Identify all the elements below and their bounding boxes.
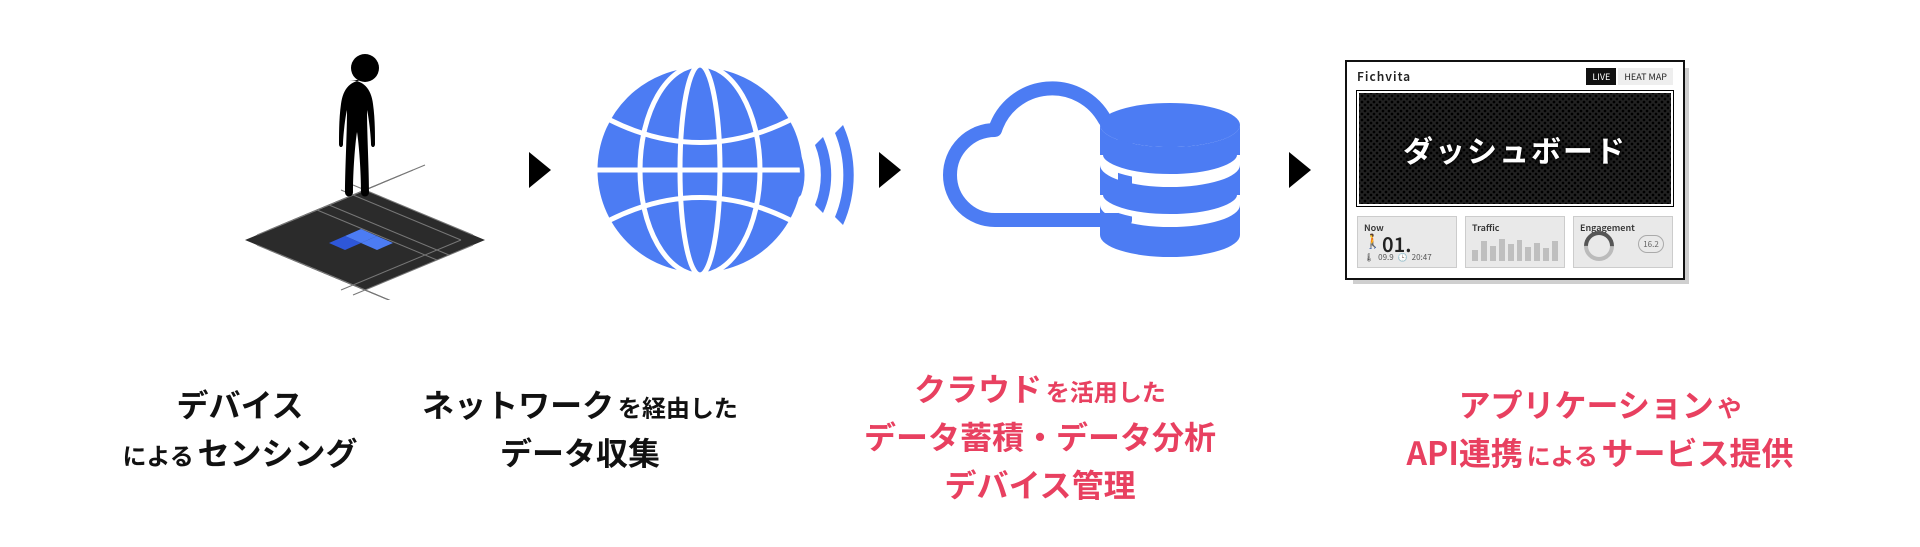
label-strong: センシング [197,429,357,475]
flow-row: Fichvita LIVE HEAT MAP ダッシュボード Now 🚶 01.… [0,30,1920,310]
label-strong: サービス提供 [1601,429,1793,475]
dashboard-card-engagement: Engagement 16.2 [1573,216,1673,268]
card-now-sub1: 09.9 [1378,252,1394,263]
engagement-badge: 16.2 [1638,235,1664,253]
stage-3-icon [935,70,1255,270]
dashboard-cards: Now 🚶 01. 🌡 09.9 🕒 20:47 Traffic [1347,210,1683,278]
label-text: を経由した [618,389,738,424]
person-on-sensor-grid-icon [235,40,495,300]
stage-4-label: アプリケーション や API連携 による サービス提供 [1370,380,1830,476]
signal-icon [795,125,865,225]
stage-2-label: ネットワーク を経由した データ収集 [400,380,760,476]
person-walking-icon: 🚶 [1364,231,1381,251]
labels-row: デバイス による センシング ネットワーク を経由した データ収集 クラウド を… [0,380,1920,540]
label-text: による [1527,437,1598,472]
dashboard-card-traffic: Traffic [1465,216,1565,268]
label-strong: API連携 [1407,429,1523,475]
stage-4-icon: Fichvita LIVE HEAT MAP ダッシュボード Now 🚶 01.… [1345,60,1685,280]
label-text: や [1718,389,1742,424]
stage-2-icon [585,55,845,285]
label-strong: アプリケーション [1458,381,1713,427]
dashboard-hero-title: ダッシュボード [1403,127,1627,171]
card-now-sub: 🌡 09.9 🕒 20:47 [1364,252,1432,263]
dashboard-top-bar: Fichvita LIVE HEAT MAP [1347,62,1683,87]
label-text: を活用した [1046,373,1166,408]
label-text: による [123,437,194,472]
dashboard-hero: ダッシュボード [1357,91,1673,206]
dashboard-brand: Fichvita [1357,68,1411,85]
stage-1-label: デバイス による センシング [90,380,390,476]
label-strong: データ蓄積・データ分析 [864,413,1216,459]
stage-3-label: クラウド を活用した データ蓄積・データ分析 デバイス管理 [820,364,1260,508]
globe-icon [585,55,815,285]
dashboard-card-now: Now 🚶 01. 🌡 09.9 🕒 20:47 [1357,216,1457,268]
temperature-icon: 🌡 [1364,252,1374,263]
card-now-sub2: 20:47 [1412,252,1432,263]
label-strong: クラウド [914,365,1042,411]
flow-arrow-icon [525,150,555,190]
flow-arrow-icon [875,150,905,190]
dashboard-tabs: LIVE HEAT MAP [1586,68,1673,85]
label-strong: デバイス管理 [944,461,1135,507]
label-strong: データ収集 [500,429,660,475]
clock-icon: 🕒 [1398,252,1408,263]
cloud-database-icon [935,70,1255,270]
label-strong: ネットワーク [422,381,614,427]
flow-arrow-icon [1285,150,1315,190]
dashboard-tab-heatmap: HEAT MAP [1618,68,1673,85]
dashboard-mock: Fichvita LIVE HEAT MAP ダッシュボード Now 🚶 01.… [1345,60,1685,280]
traffic-bars-icon [1472,233,1558,261]
label-strong: デバイス [176,381,303,427]
dashboard-tab-live: LIVE [1586,68,1616,85]
stage-1-icon [235,40,495,300]
